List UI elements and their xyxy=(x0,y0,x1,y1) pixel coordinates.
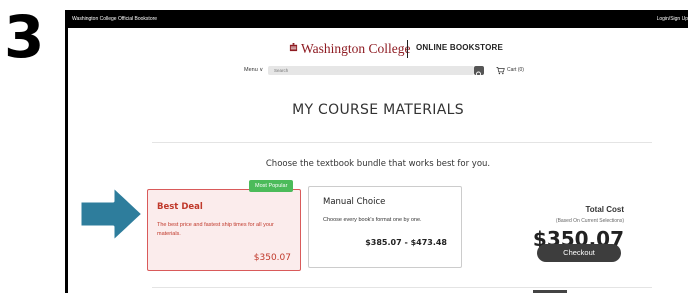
page-subtitle: Choose the textbook bundle that works be… xyxy=(265,159,491,169)
divider xyxy=(152,142,652,143)
menu-button[interactable]: Menu ∨ xyxy=(244,67,263,73)
step-number: 3 xyxy=(4,3,45,71)
bookstore-label: ONLINE BOOKSTORE xyxy=(416,43,504,52)
search-icon xyxy=(476,71,482,78)
most-popular-badge: Most Popular xyxy=(249,180,294,192)
page-title: MY COURSE MATERIALS xyxy=(292,102,464,118)
arrow-right-icon xyxy=(78,184,145,244)
logo-divider xyxy=(407,40,408,58)
option-price: $350.07 xyxy=(253,253,291,263)
option-price: $385.07 - $473.48 xyxy=(365,238,447,247)
search-button[interactable] xyxy=(474,66,484,78)
login-link[interactable]: Login/Sign Up xyxy=(657,10,688,28)
page-content: Washington College ONLINE BOOKSTORE Menu… xyxy=(68,28,688,293)
college-seal-icon xyxy=(289,43,298,52)
checkout-button[interactable]: Checkout xyxy=(537,244,621,262)
divider xyxy=(152,287,652,288)
cart-link[interactable]: Cart (0) xyxy=(507,67,524,73)
browser-screenshot: Washington College Official Bookstore Lo… xyxy=(65,10,688,293)
best-deal-option[interactable]: Most Popular Best Deal The best price an… xyxy=(147,180,301,271)
cart-icon[interactable] xyxy=(496,66,505,75)
college-logo[interactable]: Washington College xyxy=(301,41,411,57)
site-header: Washington College ONLINE BOOKSTORE xyxy=(68,40,688,58)
search-input[interactable] xyxy=(268,66,474,75)
option-title: Manual Choice xyxy=(323,197,386,207)
nav-bar: Menu ∨ Cart (0) xyxy=(68,66,688,78)
top-bar: Washington College Official Bookstore Lo… xyxy=(65,10,688,28)
manual-choice-option[interactable]: Manual Choice Choose every book's format… xyxy=(308,186,462,268)
option-title: Best Deal xyxy=(157,202,203,212)
total-cost-label: Total Cost xyxy=(585,205,624,214)
total-cost-note: (Based On Current Selections) xyxy=(555,218,624,224)
store-name: Washington College Official Bookstore xyxy=(72,16,158,22)
option-description: Choose every book's format one by one. xyxy=(323,217,422,223)
option-description: The best price and fastest ship times fo… xyxy=(157,222,274,237)
